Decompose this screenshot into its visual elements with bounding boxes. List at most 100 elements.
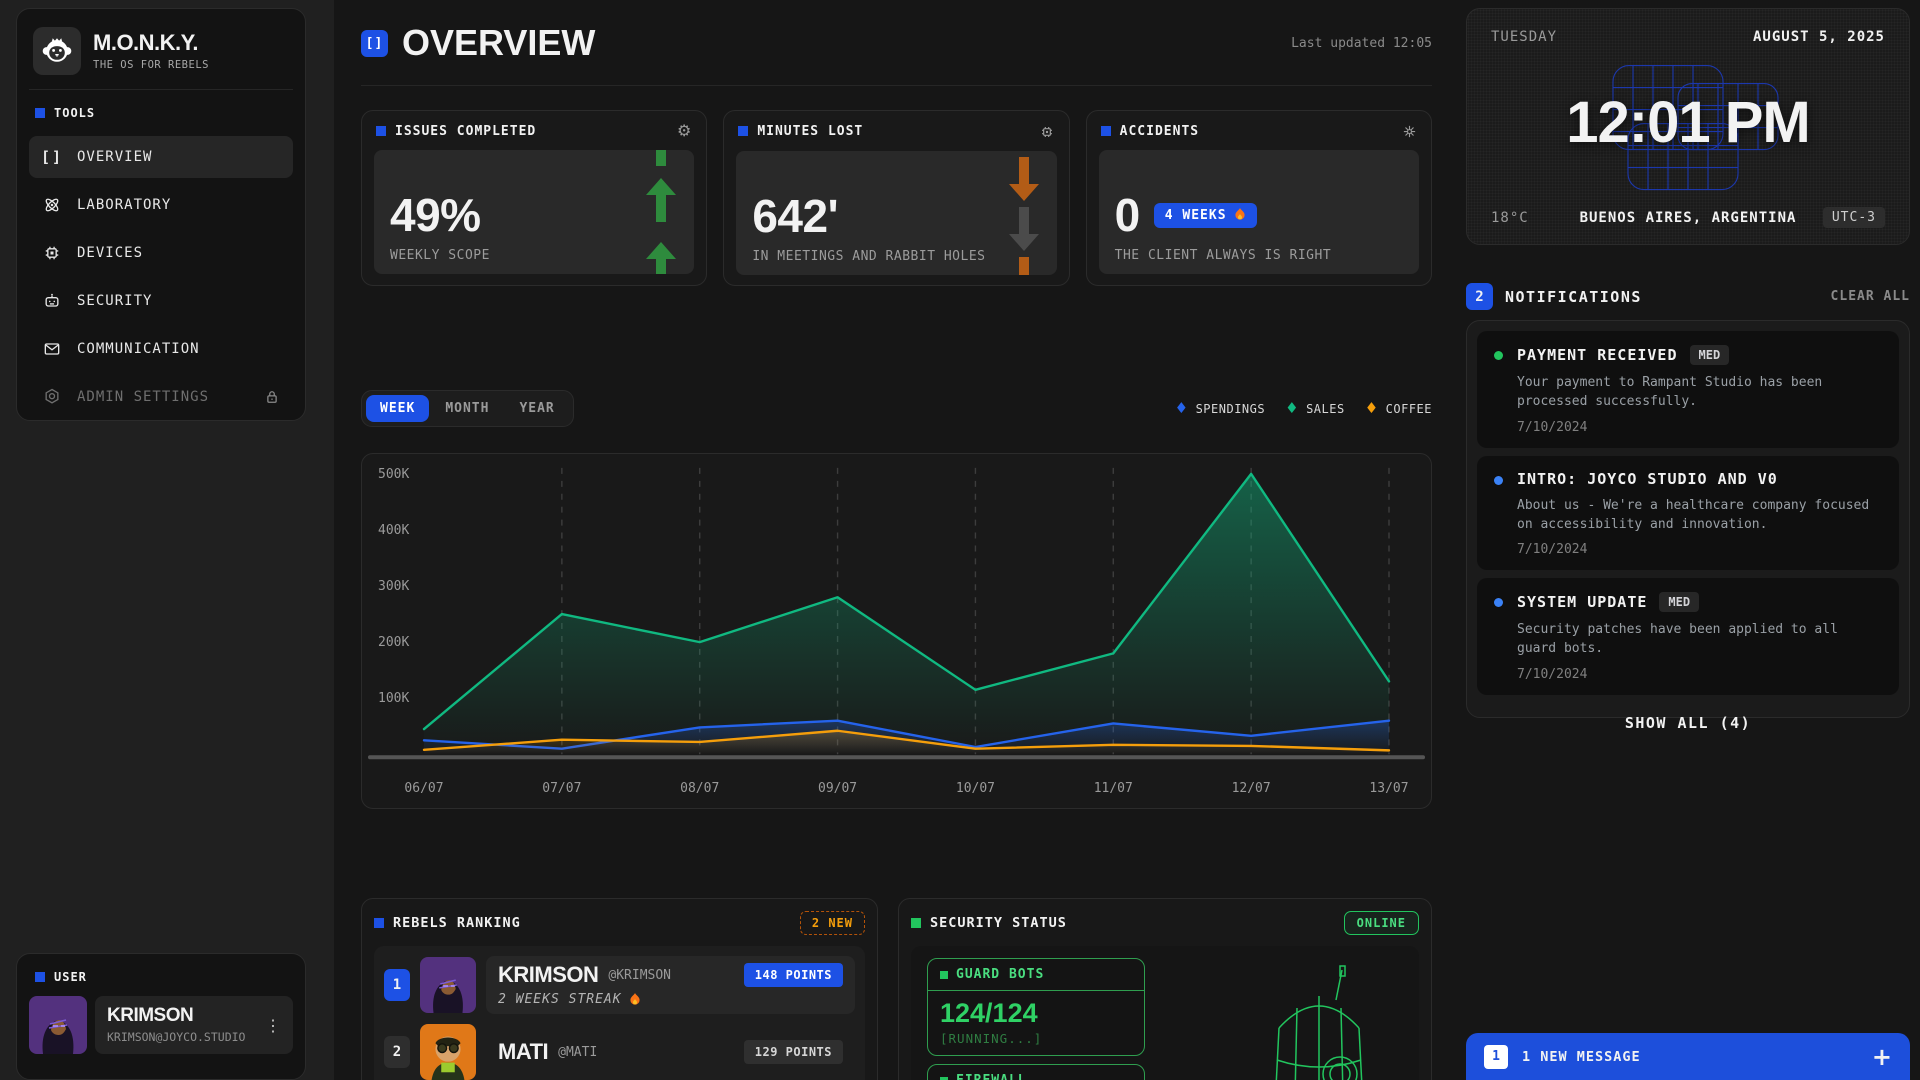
clear-all-button[interactable]: CLEAR ALL xyxy=(1831,289,1910,304)
message-label: 1 NEW MESSAGE xyxy=(1522,1049,1641,1065)
security-status-card: SECURITY STATUS ONLINE GUARD BOTS 124/12… xyxy=(898,898,1432,1080)
svg-text:09/07: 09/07 xyxy=(818,781,857,796)
page-header: [] OVERVIEW Last updated 12:05 xyxy=(361,22,1432,64)
stat-caption: IN MEETINGS AND RABBIT HOLES xyxy=(752,249,985,264)
stat-card-minutes-lost: MINUTES LOST 642' IN MEETINGS AND RABBIT… xyxy=(723,110,1069,286)
app-logo-row: M.O.N.K.Y. THE OS FOR REBELS xyxy=(29,21,293,90)
rank-number: 1 xyxy=(384,969,410,1001)
green-marker-icon xyxy=(940,971,948,979)
svg-text:13/07: 13/07 xyxy=(1369,781,1408,796)
svg-text:100K: 100K xyxy=(378,691,409,706)
tools-panel: M.O.N.K.Y. THE OS FOR REBELS TOOLS [] OV… xyxy=(16,8,306,421)
user-panel: USER KRIMSON KRIMSON@JOYCO.STUDIO ⋮ xyxy=(16,953,306,1080)
legend-coffee: ♦ COFFEE xyxy=(1365,401,1432,416)
user-section-label: USER xyxy=(29,964,293,994)
tools-section-label: TOOLS xyxy=(29,90,293,130)
stats-row: ISSUES COMPLETED ⚙ 49% WEEKLY SCOPE MINU… xyxy=(361,110,1432,286)
settings-burst-icon[interactable] xyxy=(1402,123,1417,139)
status-dot-icon xyxy=(1494,598,1503,607)
flame-icon xyxy=(629,993,641,1007)
svg-text:12/07: 12/07 xyxy=(1232,781,1271,796)
kebab-menu-icon[interactable]: ⋮ xyxy=(265,1016,281,1035)
user-email: KRIMSON@JOYCO.STUDIO xyxy=(107,1030,245,1044)
security-title: SECURITY STATUS xyxy=(930,915,1067,931)
points-badge: 148 POINTS xyxy=(744,963,843,987)
ranking-row-1[interactable]: 1 KRIMSON @KRIMSON 148 POINTS 2 WEEKS S xyxy=(384,956,855,1014)
notification-body: Your payment to Rampant Studio has been … xyxy=(1517,374,1883,412)
tab-year[interactable]: YEAR xyxy=(505,395,568,422)
overview-brackets-icon: [] xyxy=(361,30,388,57)
svg-text:500K: 500K xyxy=(378,467,409,482)
legend-spendings: ♦ SPENDINGS xyxy=(1175,401,1265,416)
new-count-badge: 2 NEW xyxy=(800,911,865,935)
user-info: KRIMSON KRIMSON@JOYCO.STUDIO ⋮ xyxy=(95,996,293,1054)
sidebar-item-admin-settings[interactable]: ADMIN SETTINGS xyxy=(29,376,293,418)
header-divider xyxy=(361,85,1432,86)
new-message-bar[interactable]: 1 1 NEW MESSAGE + xyxy=(1466,1033,1910,1080)
firewall-title: FIREWALL xyxy=(956,1073,1027,1080)
rank-info: MATI @MATI 129 POINTS xyxy=(486,1024,855,1080)
sidebar: M.O.N.K.Y. THE OS FOR REBELS TOOLS [] OV… xyxy=(0,0,334,1080)
svg-text:400K: 400K xyxy=(378,523,409,538)
card-marker-icon xyxy=(376,126,386,136)
svg-text:200K: 200K xyxy=(378,635,409,650)
rank-name: MATI xyxy=(498,1041,548,1063)
show-all-button[interactable]: SHOW ALL (4) xyxy=(1477,703,1899,736)
svg-text:07/07: 07/07 xyxy=(542,781,581,796)
priority-badge: MED xyxy=(1690,345,1730,365)
status-dot-icon xyxy=(1494,476,1503,485)
location-label: BUENOS AIRES, ARGENTINA xyxy=(1580,210,1797,226)
status-dot-icon xyxy=(1494,351,1503,360)
rank-handle: @KRIMSON xyxy=(608,968,671,983)
rank-handle: @MATI xyxy=(558,1045,597,1060)
sidebar-item-communication[interactable]: COMMUNICATION xyxy=(29,328,293,370)
diamond-icon: ♦ xyxy=(1285,401,1299,416)
timezone-badge: UTC-3 xyxy=(1823,207,1885,228)
trend-down-arrows-icon xyxy=(1005,151,1043,275)
sidebar-item-security[interactable]: SECURITY xyxy=(29,280,293,322)
range-tabs: WEEK MONTH YEAR xyxy=(361,390,574,427)
notification-system-update[interactable]: SYSTEM UPDATE MED Security patches have … xyxy=(1477,578,1899,695)
stat-value: 0 xyxy=(1115,192,1140,238)
svg-text:06/07: 06/07 xyxy=(404,781,443,796)
guard-bots-value: 124/124 xyxy=(928,991,1144,1031)
hex-gear-icon xyxy=(41,387,63,407)
card-marker-icon xyxy=(738,126,748,136)
points-badge: 129 POINTS xyxy=(744,1040,843,1064)
card-marker-icon xyxy=(911,918,921,928)
plus-icon[interactable]: + xyxy=(1872,1045,1892,1069)
user-card[interactable]: KRIMSON KRIMSON@JOYCO.STUDIO ⋮ xyxy=(29,996,293,1054)
diamond-icon: ♦ xyxy=(1175,401,1189,416)
stat-card-issues-completed: ISSUES COMPLETED ⚙ 49% WEEKLY SCOPE xyxy=(361,110,707,286)
settings-chip-icon[interactable] xyxy=(1039,123,1055,140)
robot-head-icon xyxy=(41,291,63,311)
ranking-row-2[interactable]: 2 MATI @MATI 129 POINTS xyxy=(384,1024,855,1080)
sidebar-item-overview[interactable]: [] OVERVIEW xyxy=(29,136,293,178)
guard-bots-box: GUARD BOTS 124/124 [RUNNING...] xyxy=(927,958,1145,1056)
stat-title: MINUTES LOST xyxy=(757,124,863,139)
diamond-icon: ♦ xyxy=(1365,401,1379,416)
atom-icon xyxy=(41,195,63,215)
sidebar-item-devices[interactable]: DEVICES xyxy=(29,232,293,274)
tab-week[interactable]: WEEK xyxy=(366,395,429,422)
monkey-logo-icon xyxy=(33,27,81,75)
streak-badge: 4 WEEKS xyxy=(1154,203,1257,228)
notification-intro[interactable]: INTRO: JOYCO STUDIO AND V0 About us - We… xyxy=(1477,456,1899,571)
notifications-title: NOTIFICATIONS xyxy=(1505,288,1642,306)
stat-value: 642' xyxy=(752,193,838,239)
date-label: AUGUST 5, 2025 xyxy=(1753,29,1885,45)
rank-info: KRIMSON @KRIMSON 148 POINTS 2 WEEKS STRE… xyxy=(486,956,855,1014)
tab-month[interactable]: MONTH xyxy=(431,395,503,422)
sidebar-item-laboratory[interactable]: LABORATORY xyxy=(29,184,293,226)
svg-text:10/07: 10/07 xyxy=(956,781,995,796)
last-updated: Last updated 12:05 xyxy=(1291,36,1432,51)
settings-gear-icon[interactable]: ⚙ xyxy=(677,123,692,139)
rank-name: KRIMSON xyxy=(498,964,598,986)
rebels-ranking-card: REBELS RANKING 2 NEW 1 KRIMSON @KRIMSON … xyxy=(361,898,878,1080)
priority-badge: MED xyxy=(1659,592,1699,612)
notification-payment-received[interactable]: PAYMENT RECEIVED MED Your payment to Ram… xyxy=(1477,331,1899,448)
current-time: 12:01 PM xyxy=(1566,89,1809,156)
green-marker-icon xyxy=(940,1077,948,1080)
ranking-list: 1 KRIMSON @KRIMSON 148 POINTS 2 WEEKS S xyxy=(374,946,865,1080)
legend-sales: ♦ SALES xyxy=(1285,401,1345,416)
